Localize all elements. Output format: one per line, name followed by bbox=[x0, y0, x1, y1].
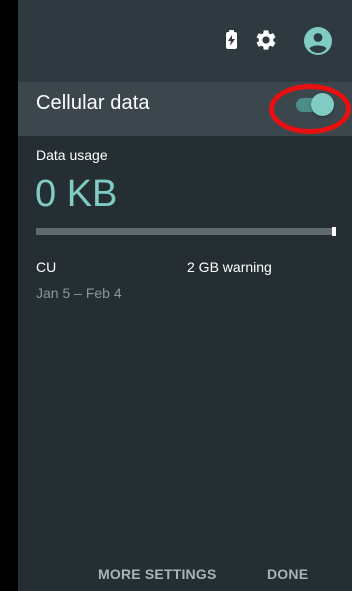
data-usage-value: 0 KB bbox=[35, 173, 118, 215]
carrier-name: CU bbox=[36, 259, 57, 275]
data-usage-label: Data usage bbox=[36, 147, 108, 163]
account-circle-icon[interactable] bbox=[304, 27, 332, 55]
data-usage-bar bbox=[36, 227, 336, 236]
warning-threshold: 2 GB warning bbox=[187, 259, 272, 275]
billing-period: Jan 5 – Feb 4 bbox=[36, 285, 122, 301]
more-settings-button[interactable]: MORE SETTINGS bbox=[98, 566, 217, 582]
status-bar bbox=[18, 0, 352, 82]
battery-charging-icon bbox=[226, 30, 237, 49]
gear-icon[interactable] bbox=[254, 28, 278, 52]
done-button[interactable]: DONE bbox=[267, 566, 308, 582]
cellular-data-header: Cellular data bbox=[18, 82, 352, 136]
usage-limit-marker bbox=[332, 227, 336, 236]
toggle-thumb bbox=[311, 93, 334, 116]
quick-settings-panel: Cellular data Data usage 0 KB CU 2 GB wa… bbox=[18, 0, 352, 591]
dialog-actions: MORE SETTINGS DONE bbox=[18, 560, 352, 590]
cellular-data-title: Cellular data bbox=[36, 92, 150, 114]
cellular-data-toggle[interactable] bbox=[292, 90, 338, 120]
